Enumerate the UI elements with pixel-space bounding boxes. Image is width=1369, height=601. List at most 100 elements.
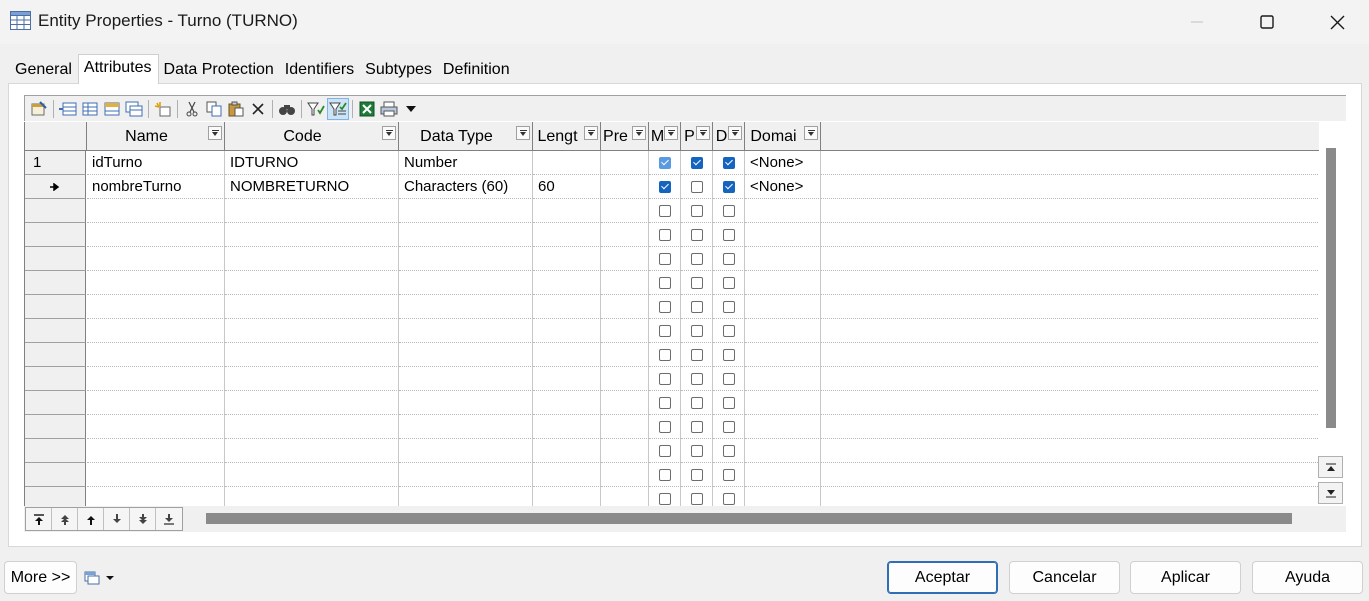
row-header[interactable]	[25, 247, 86, 271]
cell-code[interactable]	[225, 367, 399, 391]
mandatory-checkbox[interactable]	[658, 420, 671, 433]
cell-name[interactable]	[87, 391, 225, 415]
table-row[interactable]	[25, 295, 1320, 319]
cell-primary[interactable]	[681, 415, 713, 439]
ok-button[interactable]: Aceptar	[887, 561, 998, 594]
mandatory-checkbox[interactable]	[658, 156, 671, 169]
cell-precision[interactable]	[601, 175, 649, 199]
column-header-primary[interactable]: P	[681, 122, 713, 151]
column-menu-icon[interactable]	[728, 126, 742, 140]
cell-displayed[interactable]	[713, 391, 745, 415]
cell-length[interactable]	[533, 271, 601, 295]
cell-domain[interactable]	[745, 295, 821, 319]
mandatory-checkbox[interactable]	[658, 252, 671, 265]
cell-primary[interactable]	[681, 295, 713, 319]
cell-mandatory[interactable]	[649, 175, 681, 199]
mandatory-checkbox[interactable]	[658, 204, 671, 217]
cell-precision[interactable]	[601, 415, 649, 439]
cell-primary[interactable]	[681, 391, 713, 415]
cell-domain[interactable]	[745, 199, 821, 223]
cell-data-type[interactable]	[399, 223, 533, 247]
cell-primary[interactable]	[681, 151, 713, 175]
column-header-data-type[interactable]: Data Type	[399, 122, 533, 151]
cell-length[interactable]	[533, 415, 601, 439]
cell-mandatory[interactable]	[649, 247, 681, 271]
vertical-scroll-thumb[interactable]	[1326, 148, 1336, 428]
cell-data-type[interactable]: Number	[399, 151, 533, 175]
primary-checkbox[interactable]	[690, 156, 703, 169]
cell-code[interactable]	[225, 343, 399, 367]
table-row[interactable]	[25, 271, 1320, 295]
column-header-mandatory[interactable]: M	[649, 122, 681, 151]
new-domain-button[interactable]	[152, 98, 174, 120]
cell-length[interactable]	[533, 247, 601, 271]
scroll-top-button[interactable]	[1318, 456, 1343, 478]
cell-code[interactable]: IDTURNO	[225, 151, 399, 175]
cell-precision[interactable]	[601, 319, 649, 343]
cell-name[interactable]	[87, 343, 225, 367]
cell-displayed[interactable]	[713, 247, 745, 271]
cell-length[interactable]	[533, 223, 601, 247]
displayed-checkbox[interactable]	[722, 468, 735, 481]
cell-displayed[interactable]	[713, 151, 745, 175]
displayed-checkbox[interactable]	[722, 348, 735, 361]
copy-button[interactable]	[203, 98, 225, 120]
cell-displayed[interactable]	[713, 199, 745, 223]
cell-precision[interactable]	[601, 343, 649, 367]
move-up-button[interactable]	[78, 508, 104, 530]
export-excel-button[interactable]	[356, 98, 378, 120]
mandatory-checkbox[interactable]	[658, 492, 671, 505]
table-row[interactable]	[25, 463, 1320, 487]
table-row[interactable]: nombreTurno NOMBRETURNO Characters (60) …	[25, 175, 1320, 199]
cell-precision[interactable]	[601, 151, 649, 175]
cell-length[interactable]	[533, 295, 601, 319]
cell-domain[interactable]	[745, 463, 821, 487]
cell-code[interactable]	[225, 199, 399, 223]
cell-mandatory[interactable]	[649, 415, 681, 439]
primary-checkbox[interactable]	[690, 348, 703, 361]
cell-code[interactable]: NOMBRETURNO	[225, 175, 399, 199]
primary-checkbox[interactable]	[690, 252, 703, 265]
tab-data-protection[interactable]: Data Protection	[159, 57, 280, 83]
row-header-current[interactable]	[25, 175, 86, 199]
model-options-button[interactable]	[84, 569, 118, 587]
cell-primary[interactable]	[681, 343, 713, 367]
mandatory-checkbox[interactable]	[658, 300, 671, 313]
cell-name[interactable]	[87, 487, 225, 506]
column-header-code[interactable]: Code	[225, 122, 399, 151]
properties-button[interactable]	[28, 98, 50, 120]
cell-displayed[interactable]	[713, 415, 745, 439]
cell-mandatory[interactable]	[649, 295, 681, 319]
cell-displayed[interactable]	[713, 271, 745, 295]
row-header[interactable]	[25, 439, 86, 463]
cell-mandatory[interactable]	[649, 391, 681, 415]
cell-primary[interactable]	[681, 367, 713, 391]
cell-domain[interactable]	[745, 271, 821, 295]
row-header[interactable]	[25, 343, 86, 367]
cell-displayed[interactable]	[713, 295, 745, 319]
insert-row-button[interactable]	[79, 98, 101, 120]
displayed-checkbox[interactable]	[722, 324, 735, 337]
cell-primary[interactable]	[681, 199, 713, 223]
column-menu-icon[interactable]	[208, 126, 222, 140]
displayed-checkbox[interactable]	[722, 228, 735, 241]
cell-name[interactable]	[87, 247, 225, 271]
cell-displayed[interactable]	[713, 319, 745, 343]
table-row[interactable]	[25, 439, 1320, 463]
cell-domain[interactable]	[745, 415, 821, 439]
cell-length[interactable]	[533, 463, 601, 487]
cell-precision[interactable]	[601, 199, 649, 223]
row-header[interactable]	[25, 199, 86, 223]
cell-mandatory[interactable]	[649, 223, 681, 247]
primary-checkbox[interactable]	[690, 396, 703, 409]
cell-domain[interactable]	[745, 487, 821, 506]
table-row[interactable]	[25, 415, 1320, 439]
tab-identifiers[interactable]: Identifiers	[280, 57, 360, 83]
row-header[interactable]	[25, 367, 86, 391]
mandatory-checkbox[interactable]	[658, 348, 671, 361]
move-to-bottom-button[interactable]	[156, 508, 182, 530]
cell-precision[interactable]	[601, 367, 649, 391]
cell-code[interactable]	[225, 439, 399, 463]
cell-data-type[interactable]	[399, 295, 533, 319]
primary-checkbox[interactable]	[690, 492, 703, 505]
